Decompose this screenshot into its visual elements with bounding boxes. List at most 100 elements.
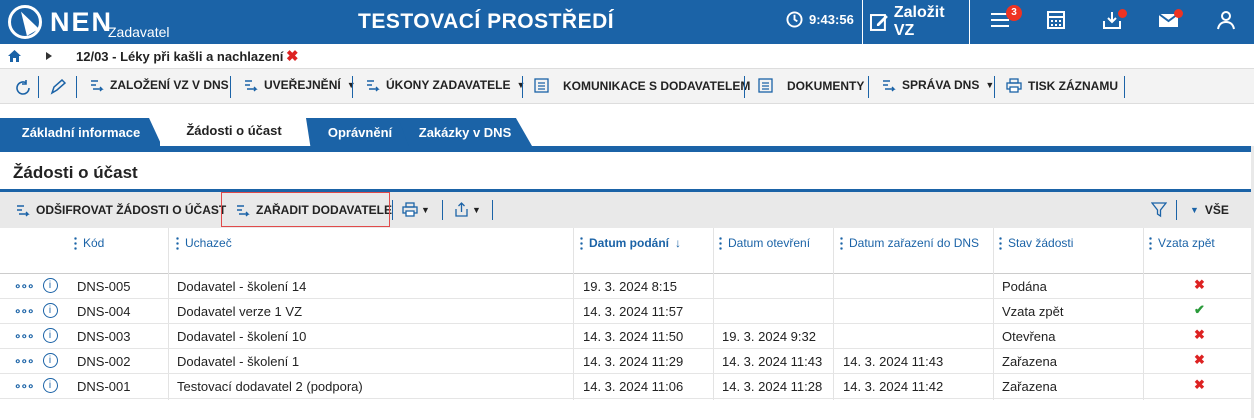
column-menu-icon[interactable]	[74, 236, 77, 250]
tab-permissions[interactable]: Oprávnění	[306, 118, 414, 146]
home-icon[interactable]	[8, 50, 21, 62]
cell-name: Dodavatel - školení 10	[177, 329, 307, 344]
breadcrumb-title[interactable]: 12/03 - Léky při kašli a nachlazení	[76, 49, 283, 64]
toolbar-label: SPRÁVA DNS	[902, 78, 980, 92]
more-actions-icon[interactable]: ∘∘∘	[14, 279, 35, 293]
close-breadcrumb-icon[interactable]: ✖	[286, 47, 299, 65]
tab-contracts-in-dns[interactable]: Zakázky v DNS	[398, 118, 532, 146]
breadcrumb: 12/03 - Léky při kašli a nachlazení ✖	[0, 44, 1254, 68]
info-icon[interactable]: i	[42, 328, 58, 343]
toolbar-supplier-communication[interactable]: KOMUNIKACE S DODAVATELEM	[534, 78, 750, 93]
flow-icon	[91, 80, 104, 92]
filter-icon[interactable]	[1151, 202, 1167, 218]
column-label: Vzata zpět	[1158, 236, 1215, 250]
check-icon: ✔	[1194, 302, 1205, 317]
table-row[interactable]: ∘∘∘ i DNS-001 Testovací dodavatel 2 (podpor…	[0, 374, 1251, 399]
column-label: Datum otevření	[728, 236, 811, 250]
export-menu-button[interactable]: ▼	[454, 202, 481, 217]
more-actions-icon[interactable]: ∘∘∘	[14, 354, 35, 368]
tab-participation-requests[interactable]: Žádosti o účast	[160, 114, 308, 146]
column-menu-icon[interactable]	[840, 236, 843, 250]
column-header-submitted[interactable]: Datum podání ↓	[580, 236, 681, 250]
column-label: Kód	[83, 236, 105, 250]
toolbar-publication[interactable]: UVEŘEJNĚNÍ ▼	[244, 78, 356, 92]
cell-opened: 14. 3. 2024 11:43	[722, 354, 823, 369]
cell-included: 14. 3. 2024 11:42	[843, 379, 944, 394]
cell-state: Podána	[1002, 279, 1047, 294]
table-header: Kód Uchazeč Datum podání ↓ Datum otevření…	[0, 228, 1251, 274]
cell-name: Dodavatel - školení 14	[177, 279, 307, 294]
cell-state: Zařazena	[1002, 379, 1057, 394]
column-menu-icon[interactable]	[999, 236, 1002, 250]
column-menu-icon[interactable]	[176, 236, 179, 250]
pencil-icon[interactable]	[50, 79, 66, 95]
column-header-code[interactable]: Kód	[74, 236, 104, 250]
refresh-icon[interactable]	[14, 79, 32, 97]
calculator-icon[interactable]	[1046, 10, 1070, 34]
clock-icon	[786, 11, 803, 28]
more-actions-icon[interactable]: ∘∘∘	[14, 379, 35, 393]
inbox-alert-dot	[1118, 9, 1127, 18]
toolbar-create-in-dns[interactable]: ZALOŽENÍ VZ V DNS	[90, 78, 229, 92]
cell-opened: 14. 3. 2024 11:28	[722, 379, 823, 394]
column-menu-icon[interactable]	[580, 236, 583, 250]
cell-submitted: 14. 3. 2024 11:29	[583, 354, 684, 369]
column-header-opened[interactable]: Datum otevření	[719, 236, 810, 250]
user-icon[interactable]	[1216, 10, 1240, 34]
environment-title: TESTOVACÍ PROSTŘEDÍ	[358, 10, 615, 33]
chevron-right-icon	[46, 52, 52, 60]
document-icon	[534, 78, 549, 93]
column-header-withdrawn[interactable]: Vzata zpět	[1149, 236, 1215, 250]
row-actions: ∘∘∘ i	[14, 328, 58, 343]
create-contract-button[interactable]: Založit VZ	[862, 0, 970, 44]
document-icon	[758, 78, 773, 93]
info-icon[interactable]: i	[42, 303, 58, 318]
flow-icon	[245, 80, 258, 92]
more-actions-icon[interactable]: ∘∘∘	[14, 304, 35, 318]
info-icon[interactable]: i	[42, 378, 58, 393]
row-actions: ∘∘∘ i	[14, 303, 58, 318]
cross-icon: ✖	[1194, 352, 1205, 367]
notification-badge: 3	[1006, 5, 1022, 21]
tab-basic-info[interactable]: Základní informace	[0, 118, 162, 146]
filter-all-dropdown[interactable]: ▼ VŠE	[1190, 203, 1229, 217]
cell-submitted: 19. 3. 2024 8:15	[583, 279, 677, 294]
table-row[interactable]: ∘∘∘ i DNS-004 Dodavatel verze 1 VZ 14. 3. 20…	[0, 299, 1251, 324]
column-label: Datum zařazení do DNS	[849, 236, 980, 250]
cell-included: 14. 3. 2024 11:43	[843, 354, 944, 369]
info-icon[interactable]: i	[42, 353, 58, 368]
caret-down-icon: ▼	[472, 204, 481, 215]
cell-code: DNS-001	[77, 379, 131, 394]
caret-down-icon: ▼	[421, 204, 430, 215]
info-icon[interactable]: i	[42, 278, 58, 293]
decrypt-requests-button[interactable]: ODŠIFROVAT ŽÁDOSTI O ÚČAST	[16, 203, 226, 217]
print-icon	[402, 202, 418, 217]
highlight-frame	[221, 192, 390, 227]
more-actions-icon[interactable]: ∘∘∘	[14, 329, 35, 343]
table-row[interactable]: ∘∘∘ i DNS-003 Dodavatel - školení 10 14. 3. …	[0, 324, 1251, 349]
toolbar-documents[interactable]: DOKUMENTY	[758, 78, 864, 93]
cell-name: Testovací dodavatel 2 (podpora)	[177, 379, 363, 394]
toolbar-print-record[interactable]: TISK ZÁZNAMU	[1006, 78, 1118, 93]
column-menu-icon[interactable]	[719, 236, 722, 250]
column-header-applicant[interactable]: Uchazeč	[176, 236, 232, 250]
toolbar-dns-management[interactable]: SPRÁVA DNS ▼	[882, 78, 994, 92]
logo-text: NEN	[50, 7, 114, 37]
cell-code: DNS-003	[77, 329, 131, 344]
print-menu-button[interactable]: ▼	[402, 202, 430, 217]
nen-logo-icon[interactable]	[8, 5, 42, 39]
cell-state: Otevřena	[1002, 329, 1056, 344]
column-header-included[interactable]: Datum zařazení do DNS	[840, 236, 979, 250]
row-actions: ∘∘∘ i	[14, 353, 58, 368]
cell-state: Zařazena	[1002, 354, 1057, 369]
column-header-state[interactable]: Stav žádosti	[999, 236, 1073, 250]
caret-down-icon: ▼	[516, 80, 526, 90]
toolbar-contracting-actions[interactable]: ÚKONY ZADAVATELE ▼	[366, 78, 525, 92]
cell-submitted: 14. 3. 2024 11:06	[583, 379, 684, 394]
caret-down-icon: ▼	[1190, 205, 1199, 215]
decrypt-requests-label: ODŠIFROVAT ŽÁDOSTI O ÚČAST	[36, 203, 227, 217]
column-menu-icon[interactable]	[1149, 236, 1152, 250]
table-row[interactable]: ∘∘∘ i DNS-002 Dodavatel - školení 1 14. 3. 2…	[0, 349, 1251, 374]
column-label: Stav žádosti	[1008, 236, 1074, 250]
table-row[interactable]: ∘∘∘ i DNS-005 Dodavatel - školení 14 19. 3. …	[0, 274, 1251, 299]
